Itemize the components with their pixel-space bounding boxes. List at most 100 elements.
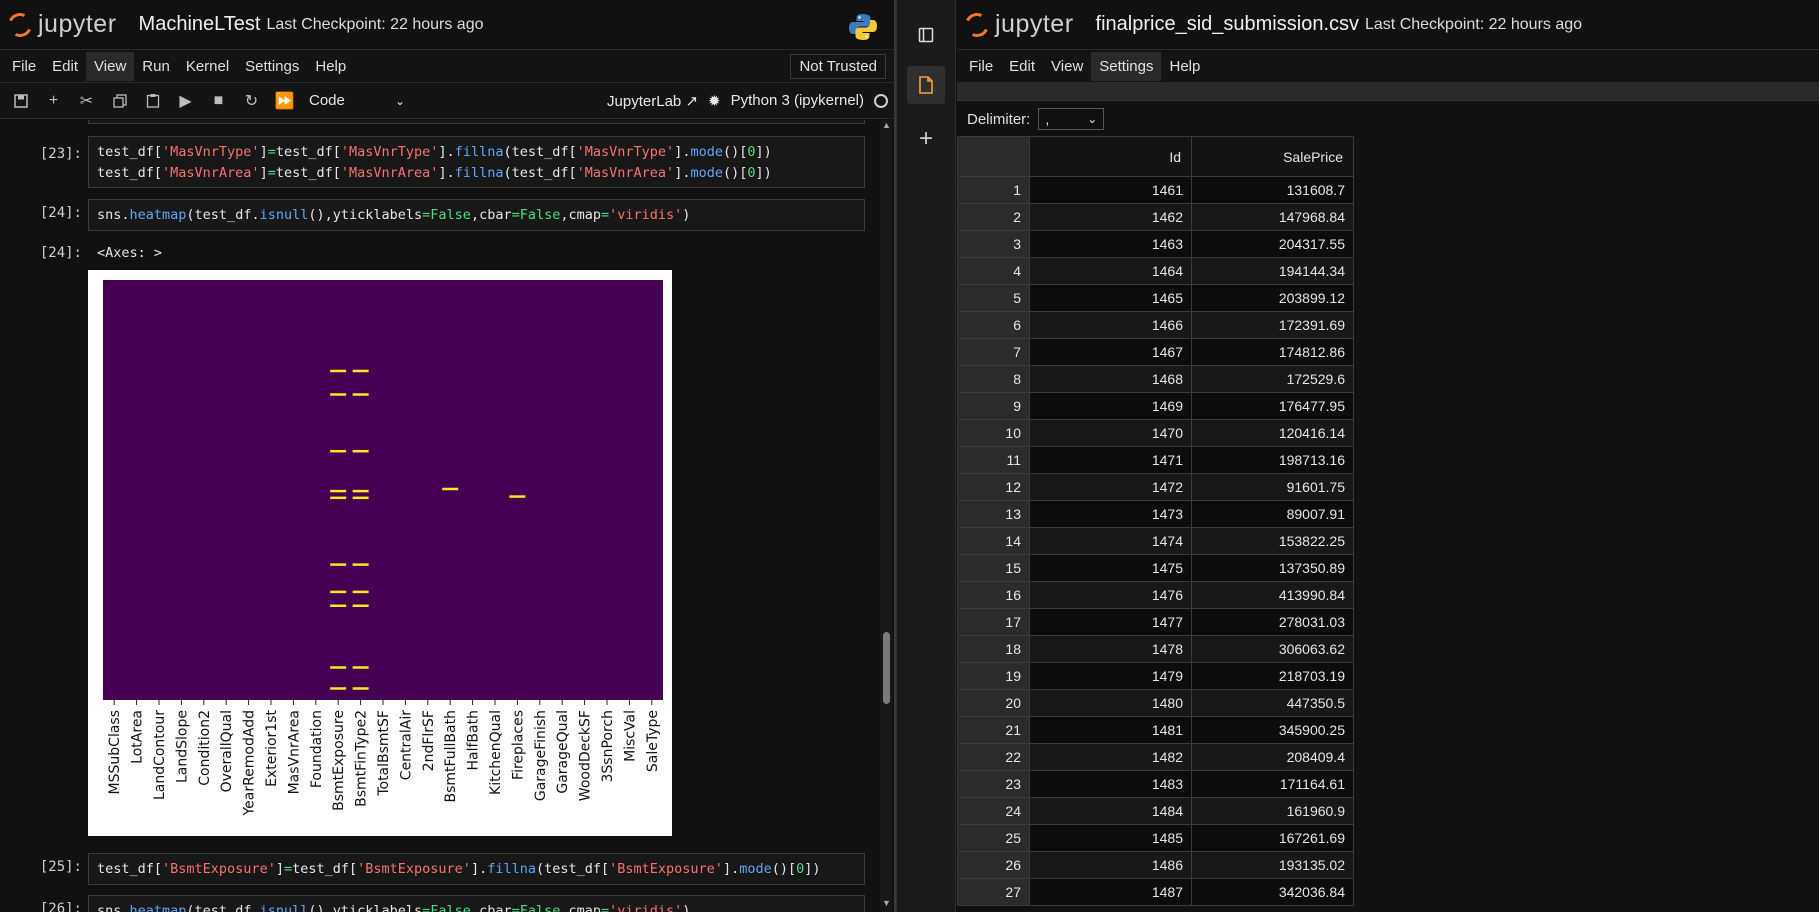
id-cell[interactable]: 1467 xyxy=(1029,338,1192,366)
id-cell[interactable]: 1479 xyxy=(1029,662,1192,690)
id-cell[interactable]: 1469 xyxy=(1029,392,1192,420)
saleprice-cell[interactable]: 171164.61 xyxy=(1191,770,1354,798)
menu-file[interactable]: File xyxy=(961,52,1001,81)
saleprice-cell[interactable]: 198713.16 xyxy=(1191,446,1354,474)
saleprice-cell[interactable]: 203899.12 xyxy=(1191,284,1354,312)
saleprice-cell[interactable]: 161960.9 xyxy=(1191,797,1354,825)
table-row[interactable]: 6 1466 172391.69 xyxy=(957,311,1354,339)
table-row[interactable]: 10 1470 120416.14 xyxy=(957,419,1354,447)
restart-icon[interactable]: ↻ xyxy=(235,86,268,116)
delimiter-select[interactable]: , ⌄ xyxy=(1038,108,1105,130)
table-row[interactable]: 21 1481 345900.25 xyxy=(957,716,1354,744)
add-tab-icon[interactable]: + xyxy=(907,120,945,158)
add-cell-icon[interactable]: + xyxy=(37,86,70,116)
table-row[interactable]: 12 1472 91601.75 xyxy=(957,473,1354,501)
id-cell[interactable]: 1478 xyxy=(1029,635,1192,663)
id-cell[interactable]: 1484 xyxy=(1029,797,1192,825)
file-icon[interactable] xyxy=(907,66,945,104)
saleprice-cell[interactable]: 153822.25 xyxy=(1191,527,1354,555)
saleprice-cell[interactable]: 342036.84 xyxy=(1191,878,1354,906)
saleprice-cell[interactable]: 174812.86 xyxy=(1191,338,1354,366)
save-icon[interactable] xyxy=(4,86,37,116)
saleprice-cell[interactable]: 278031.03 xyxy=(1191,608,1354,636)
saleprice-cell[interactable]: 193135.02 xyxy=(1191,851,1354,879)
menu-run[interactable]: Run xyxy=(134,52,178,81)
id-cell[interactable]: 1461 xyxy=(1029,176,1192,204)
saleprice-cell[interactable]: 137350.89 xyxy=(1191,554,1354,582)
id-cell[interactable]: 1464 xyxy=(1029,257,1192,285)
id-cell[interactable]: 1472 xyxy=(1029,473,1192,501)
menu-help[interactable]: Help xyxy=(1161,52,1208,81)
id-cell[interactable]: 1463 xyxy=(1029,230,1192,258)
table-row[interactable]: 16 1476 413990.84 xyxy=(957,581,1354,609)
saleprice-cell[interactable]: 194144.34 xyxy=(1191,257,1354,285)
stop-icon[interactable]: ■ xyxy=(202,86,235,116)
id-cell[interactable]: 1465 xyxy=(1029,284,1192,312)
partial-cell[interactable] xyxy=(88,120,865,124)
scroll-up-arrow-icon[interactable]: ▲ xyxy=(882,120,891,130)
table-row[interactable]: 2 1462 147968.84 xyxy=(957,203,1354,231)
table-row[interactable]: 17 1477 278031.03 xyxy=(957,608,1354,636)
saleprice-cell[interactable]: 172529.6 xyxy=(1191,365,1354,393)
menu-file[interactable]: File xyxy=(4,52,44,81)
table-row[interactable]: 18 1478 306063.62 xyxy=(957,635,1354,663)
id-cell[interactable]: 1480 xyxy=(1029,689,1192,717)
saleprice-cell[interactable]: 176477.95 xyxy=(1191,392,1354,420)
table-row[interactable]: 20 1480 447350.5 xyxy=(957,689,1354,717)
code-editor[interactable]: sns.heatmap(test_df.isnull(),yticklabels… xyxy=(88,199,865,231)
menu-settings[interactable]: Settings xyxy=(237,52,307,81)
trust-status-button[interactable]: Not Trusted xyxy=(790,53,886,79)
column-header-saleprice[interactable]: SalePrice xyxy=(1191,136,1354,177)
table-row[interactable]: 8 1468 172529.6 xyxy=(957,365,1354,393)
notebook-title[interactable]: MachineLTest xyxy=(139,13,261,36)
table-row[interactable]: 24 1484 161960.9 xyxy=(957,797,1354,825)
code-editor[interactable]: test_df['BsmtExposure']=test_df['BsmtExp… xyxy=(88,853,865,885)
saleprice-cell[interactable]: 208409.4 xyxy=(1191,743,1354,771)
id-cell[interactable]: 1462 xyxy=(1029,203,1192,231)
id-cell[interactable]: 1477 xyxy=(1029,608,1192,636)
menu-help[interactable]: Help xyxy=(307,52,354,81)
file-title[interactable]: finalprice_sid_submission.csv xyxy=(1096,13,1359,36)
saleprice-cell[interactable]: 306063.62 xyxy=(1191,635,1354,663)
sidebar-toggle-icon[interactable] xyxy=(907,16,945,54)
table-row[interactable]: 3 1463 204317.55 xyxy=(957,230,1354,258)
id-cell[interactable]: 1481 xyxy=(1029,716,1192,744)
id-cell[interactable]: 1473 xyxy=(1029,500,1192,528)
id-cell[interactable]: 1482 xyxy=(1029,743,1192,771)
id-cell[interactable]: 1485 xyxy=(1029,824,1192,852)
saleprice-cell[interactable]: 172391.69 xyxy=(1191,311,1354,339)
table-row[interactable]: 13 1473 89007.91 xyxy=(957,500,1354,528)
id-cell[interactable]: 1487 xyxy=(1029,878,1192,906)
table-row[interactable]: 22 1482 208409.4 xyxy=(957,743,1354,771)
menu-settings[interactable]: Settings xyxy=(1091,51,1162,81)
saleprice-cell[interactable]: 218703.19 xyxy=(1191,662,1354,690)
saleprice-cell[interactable]: 91601.75 xyxy=(1191,473,1354,501)
copy-icon[interactable] xyxy=(103,86,136,116)
menu-edit[interactable]: Edit xyxy=(44,52,86,81)
id-cell[interactable]: 1468 xyxy=(1029,365,1192,393)
saleprice-cell[interactable]: 413990.84 xyxy=(1191,581,1354,609)
jupyter-logo[interactable]: jupyter xyxy=(4,9,117,40)
scroll-down-arrow-icon[interactable]: ▼ xyxy=(882,898,891,908)
saleprice-cell[interactable]: 167261.69 xyxy=(1191,824,1354,852)
table-row[interactable]: 5 1465 203899.12 xyxy=(957,284,1354,312)
table-row[interactable]: 15 1475 137350.89 xyxy=(957,554,1354,582)
id-cell[interactable]: 1486 xyxy=(1029,851,1192,879)
fast-forward-icon[interactable]: ⏩ xyxy=(268,86,301,116)
saleprice-cell[interactable]: 345900.25 xyxy=(1191,716,1354,744)
table-row[interactable]: 25 1485 167261.69 xyxy=(957,824,1354,852)
cell-type-select[interactable]: Code ⌄ xyxy=(309,92,405,109)
menu-view[interactable]: View xyxy=(1043,52,1091,81)
table-row[interactable]: 11 1471 198713.16 xyxy=(957,446,1354,474)
code-editor[interactable]: sns.heatmap(test_df.isnull(),yticklabels… xyxy=(88,895,865,912)
saleprice-cell[interactable]: 204317.55 xyxy=(1191,230,1354,258)
table-row[interactable]: 19 1479 218703.19 xyxy=(957,662,1354,690)
id-cell[interactable]: 1483 xyxy=(1029,770,1192,798)
notebook-scrollbar[interactable]: ▲ ▼ xyxy=(880,120,892,912)
table-row[interactable]: 7 1467 174812.86 xyxy=(957,338,1354,366)
table-row[interactable]: 23 1483 171164.61 xyxy=(957,770,1354,798)
csv-grid[interactable]: Id SalePrice 1 1461 131608.7 2 1462 147968.84… xyxy=(957,136,1354,906)
code-editor[interactable]: test_df['MasVnrType']=test_df['MasVnrTyp… xyxy=(88,136,865,188)
saleprice-cell[interactable]: 89007.91 xyxy=(1191,500,1354,528)
jupyterlab-link[interactable]: JupyterLab ↗ xyxy=(607,92,698,110)
